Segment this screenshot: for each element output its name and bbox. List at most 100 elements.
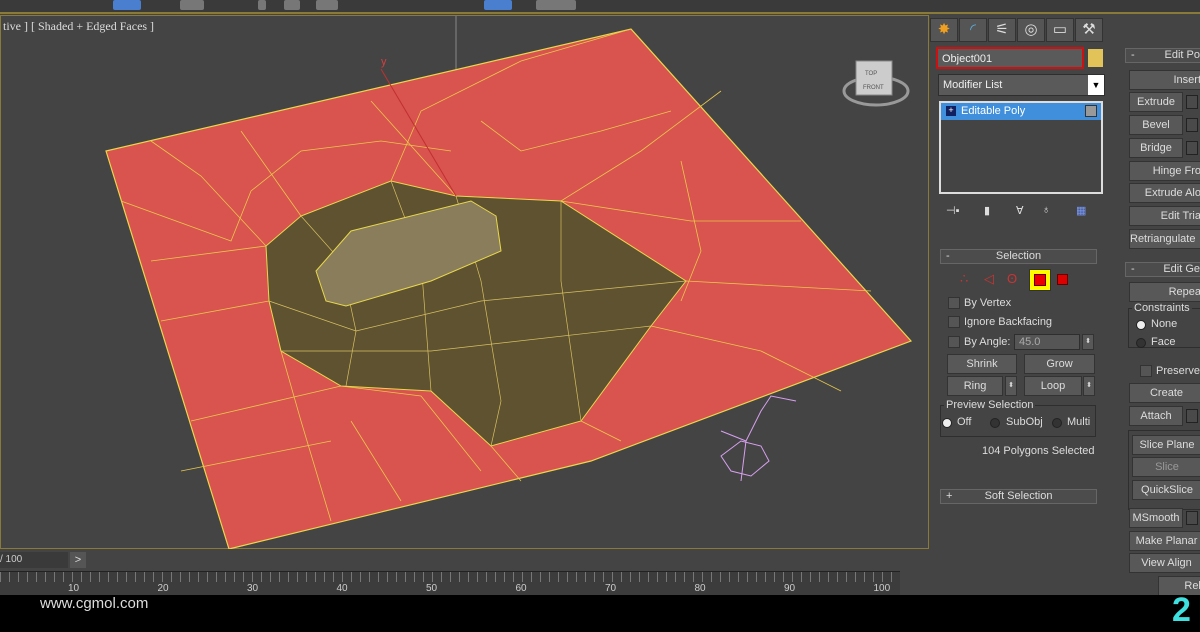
extrude-along-spline-button[interactable]: Extrude Alo xyxy=(1129,183,1200,203)
modifier-list-dropdown[interactable]: Modifier List ▼ xyxy=(938,74,1105,96)
selection-title: Selection xyxy=(995,250,1042,262)
modifier-stack[interactable]: + Editable Poly xyxy=(939,101,1103,194)
by-angle-label: By Angle: xyxy=(964,336,1011,348)
snap-toggle-button[interactable] xyxy=(484,0,512,10)
next-frame-button[interactable]: > xyxy=(70,552,86,568)
bridge-settings-icon[interactable] xyxy=(1186,141,1198,155)
scale-button[interactable] xyxy=(316,0,338,10)
perspective-viewport[interactable]: tive ] [ Shaded + Edged Faces ] y TOP FR… xyxy=(0,15,929,550)
display-tab[interactable]: ▭ xyxy=(1046,18,1074,42)
show-end-result-icon[interactable]: ▮ xyxy=(984,204,990,217)
quickslice-button[interactable]: QuickSlice xyxy=(1132,480,1200,500)
preview-multi-radio[interactable] xyxy=(1052,418,1062,428)
make-planar-button[interactable]: Make Planar xyxy=(1129,531,1200,551)
time-slider-track[interactable] xyxy=(0,571,900,595)
region-select-button[interactable] xyxy=(180,0,204,10)
edit-polygons-title: Edit Po xyxy=(1164,49,1200,61)
timeline-tick-label: 20 xyxy=(157,583,169,594)
bridge-button[interactable]: Bridge xyxy=(1129,138,1183,158)
watermark: www.cgmol.com xyxy=(40,595,149,612)
ring-button[interactable]: Ring xyxy=(947,376,1003,396)
configure-sets-icon[interactable]: ▦ xyxy=(1076,204,1086,217)
constraints-label: Constraints xyxy=(1132,302,1192,314)
expand-icon[interactable]: + xyxy=(946,106,956,116)
repeat-last-button[interactable]: Repea xyxy=(1129,282,1200,302)
polygon-level-button[interactable] xyxy=(1029,269,1051,291)
hierarchy-tab[interactable]: ⚟ xyxy=(988,18,1016,42)
timeline-tick-label: 40 xyxy=(336,583,348,594)
vertex-level-icon[interactable]: ∴ xyxy=(960,271,968,287)
extrude-button[interactable]: Extrude xyxy=(1129,92,1183,112)
preview-off-label: Off xyxy=(957,416,972,428)
tree-object xyxy=(720,395,797,482)
extrude-settings-icon[interactable] xyxy=(1186,95,1198,109)
attach-button[interactable]: Attach xyxy=(1129,406,1183,426)
video-footer: www.cgmol.com 2 xyxy=(0,591,1200,632)
bevel-settings-icon[interactable] xyxy=(1186,118,1198,132)
object-name-input[interactable]: Object001 xyxy=(936,47,1084,69)
by-vertex-checkbox[interactable] xyxy=(948,297,960,309)
soft-selection-rollout-header[interactable]: + Soft Selection xyxy=(940,489,1097,504)
y-axis-label: y xyxy=(381,56,387,68)
move-button[interactable] xyxy=(258,0,266,10)
insert-button[interactable]: Insert xyxy=(1129,70,1200,90)
svg-text:TOP: TOP xyxy=(865,71,877,77)
rotate-button[interactable] xyxy=(284,0,300,10)
ring-spinner[interactable]: ⬍ xyxy=(1005,376,1017,396)
remove-modifier-icon[interactable]: ♁ xyxy=(1042,204,1050,216)
stack-item-editable-poly[interactable]: + Editable Poly xyxy=(941,103,1101,120)
attach-list-icon[interactable] xyxy=(1186,409,1198,423)
timeline-tick-label: 10 xyxy=(68,583,80,594)
msmooth-settings-icon[interactable] xyxy=(1186,511,1198,525)
select-tool-button[interactable] xyxy=(113,0,141,10)
view-align-button[interactable]: View Align xyxy=(1129,553,1200,573)
frame-counter[interactable]: / 100 xyxy=(0,552,68,568)
by-angle-checkbox[interactable] xyxy=(948,336,960,348)
utilities-tab[interactable]: ⚒ xyxy=(1075,18,1103,42)
pin-stack-icon[interactable]: ⊣▪ xyxy=(946,204,959,217)
msmooth-button[interactable]: MSmooth xyxy=(1129,508,1183,528)
motion-tab[interactable]: ◎ xyxy=(1017,18,1045,42)
preserve-uvs-label: Preserve xyxy=(1156,365,1200,377)
loop-button[interactable]: Loop xyxy=(1024,376,1082,396)
make-unique-icon[interactable]: ∀ xyxy=(1016,204,1024,217)
edit-polygons-rollout-header[interactable]: - Edit Po xyxy=(1125,48,1200,63)
timeline-tick-label: 30 xyxy=(247,583,259,594)
shrink-button[interactable]: Shrink xyxy=(947,354,1017,374)
preview-subobj-label: SubObj xyxy=(1006,416,1043,428)
mirror-align-button[interactable] xyxy=(536,0,576,10)
modify-tab[interactable]: ◜ xyxy=(959,18,987,42)
hinge-button[interactable]: Hinge Fro xyxy=(1129,161,1200,181)
retriangulate-button[interactable]: Retriangulate xyxy=(1129,229,1200,249)
preserve-uvs-checkbox[interactable] xyxy=(1140,365,1152,377)
slice-plane-button[interactable]: Slice Plane xyxy=(1132,435,1200,455)
preview-subobj-radio[interactable] xyxy=(990,418,1000,428)
edge-level-icon[interactable]: ◁ xyxy=(984,271,994,287)
ignore-backfacing-checkbox[interactable] xyxy=(948,316,960,328)
timeline-tick-label: 70 xyxy=(605,583,617,594)
mesh-canvas: y TOP FRONT xyxy=(105,16,913,550)
constraint-face-radio[interactable] xyxy=(1136,338,1146,348)
modifier-toggle-icon[interactable] xyxy=(1085,105,1097,117)
create-tab[interactable]: ✸ xyxy=(930,18,958,42)
bevel-button[interactable]: Bevel xyxy=(1129,115,1183,135)
edit-geometry-rollout-header[interactable]: - Edit Ge xyxy=(1125,262,1200,277)
step-number: 2 xyxy=(1172,591,1191,629)
create-button[interactable]: Create xyxy=(1129,383,1200,403)
preview-off-radio[interactable] xyxy=(942,418,952,428)
viewcube[interactable]: TOP FRONT xyxy=(842,60,910,107)
angle-spinner[interactable]: ⬍ xyxy=(1082,334,1094,350)
selection-rollout-header[interactable]: - Selection xyxy=(940,249,1097,264)
grow-button[interactable]: Grow xyxy=(1024,354,1095,374)
soft-selection-title: Soft Selection xyxy=(984,490,1053,502)
element-level-icon[interactable] xyxy=(1057,274,1068,285)
create-icon: ✸ xyxy=(937,21,951,38)
object-color-swatch[interactable] xyxy=(1088,49,1103,67)
slice-button[interactable]: Slice xyxy=(1132,457,1200,477)
loop-spinner[interactable]: ⬍ xyxy=(1083,376,1095,396)
border-level-icon[interactable]: ʘ xyxy=(1007,271,1017,286)
constraint-none-radio[interactable] xyxy=(1136,320,1146,330)
stack-item-label: Editable Poly xyxy=(961,105,1026,117)
angle-input[interactable]: 45.0 xyxy=(1014,334,1080,350)
edit-triangulation-button[interactable]: Edit Tria xyxy=(1129,206,1200,226)
